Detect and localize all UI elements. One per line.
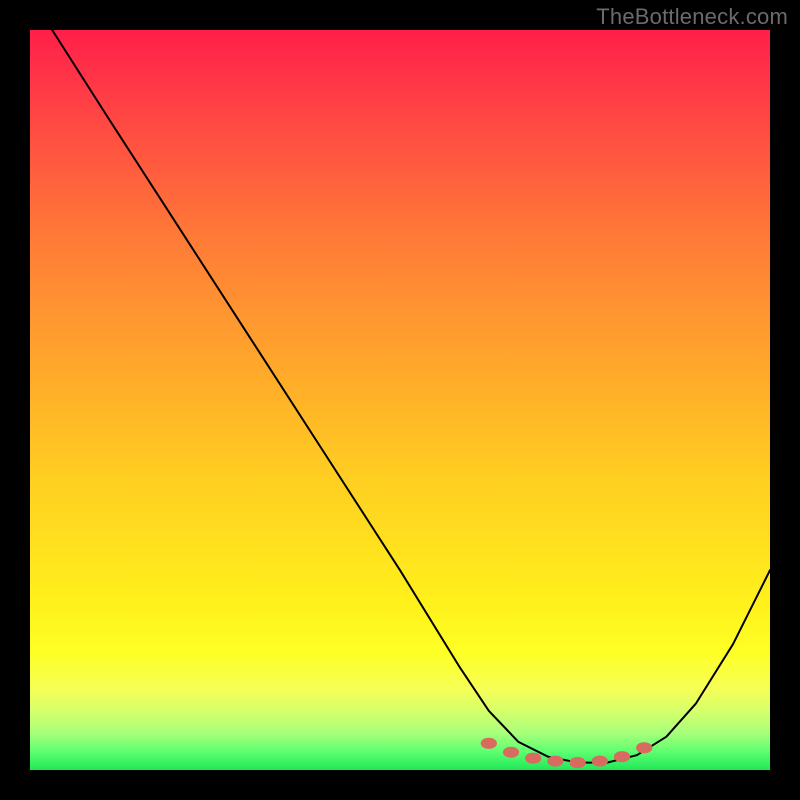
marker-dot <box>592 756 608 767</box>
marker-dot <box>525 753 541 764</box>
marker-dot <box>547 756 563 767</box>
marker-dot <box>503 747 519 758</box>
marker-dot <box>481 738 497 749</box>
chart-container: TheBottleneck.com <box>0 0 800 800</box>
marker-dot <box>569 757 585 768</box>
bottleneck-markers <box>481 738 653 768</box>
marker-dot <box>614 751 630 762</box>
curve-svg <box>30 30 770 770</box>
watermark-text: TheBottleneck.com <box>596 4 788 30</box>
marker-dot <box>636 742 652 753</box>
bottleneck-curve <box>52 30 770 763</box>
